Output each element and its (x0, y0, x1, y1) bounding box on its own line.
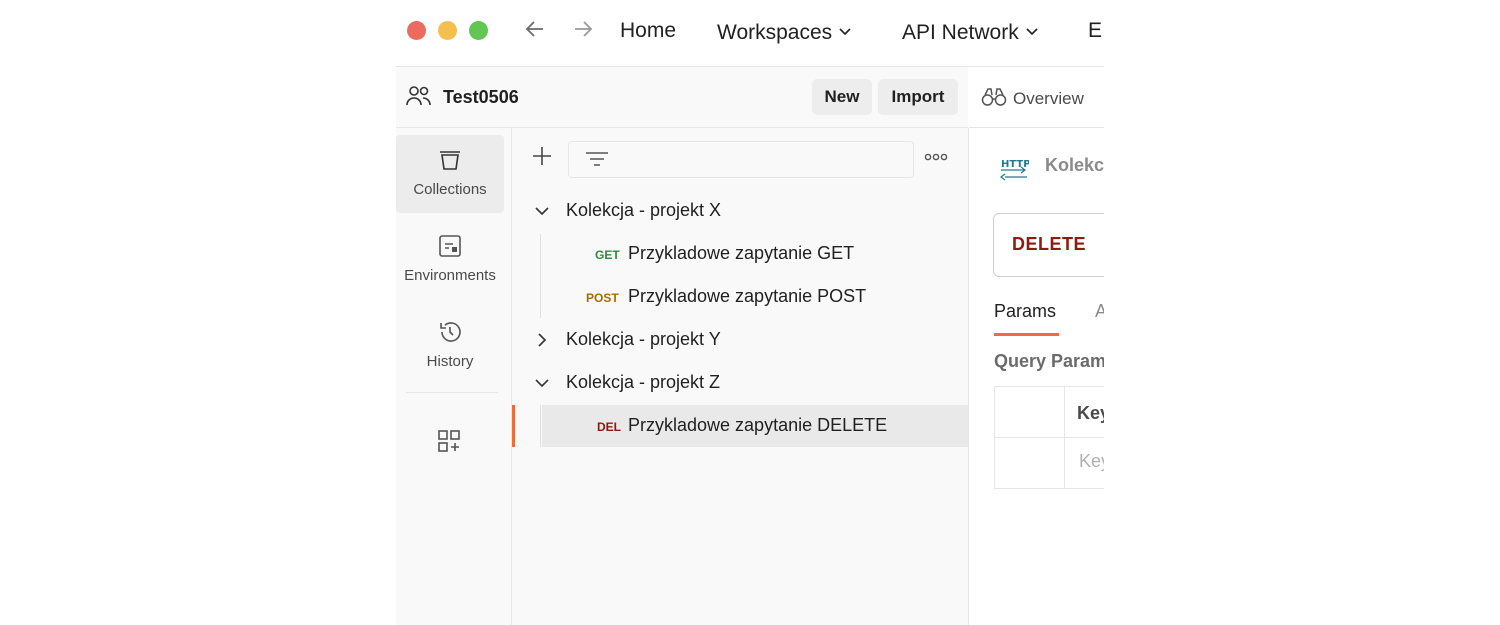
selected-indicator (512, 405, 515, 447)
nav-api-network-label: API Network (902, 21, 1019, 44)
active-tab-indicator (994, 333, 1059, 336)
table-divider (995, 437, 1104, 438)
import-button[interactable]: Import (878, 79, 958, 115)
sidebar-item-label: Environments (404, 267, 496, 284)
query-params-title: Query Param (994, 351, 1104, 371)
collections-panel: Kolekcja - projekt X GET Przykladowe zap… (512, 128, 969, 625)
title-bar: Home Workspaces API Network E (396, 0, 1104, 67)
collection-name: Kolekcja - projekt Z (566, 372, 721, 392)
tab-overview[interactable]: Overview (981, 87, 1084, 112)
sidebar-item-label: Collections (413, 181, 487, 198)
workspace-name[interactable]: Test0506 (443, 87, 519, 108)
configure-workbench-icon[interactable] (436, 428, 462, 459)
nav-workspaces[interactable]: Workspaces (717, 19, 852, 45)
chevron-down-icon[interactable] (534, 203, 550, 224)
window-minimize-button[interactable] (438, 21, 457, 40)
tree-guide-line (540, 405, 541, 447)
sidebar-item-label: History (426, 353, 474, 370)
nav-api-network[interactable]: API Network (902, 19, 1039, 45)
request-item[interactable]: POST Przykladowe zapytanie POST (512, 276, 968, 318)
rail-divider (406, 392, 498, 393)
filter-icon (585, 150, 609, 175)
window-close-button[interactable] (407, 21, 426, 40)
query-params-table: Key Key (994, 386, 1104, 489)
method-badge: GET (595, 248, 620, 262)
add-collection-icon[interactable] (530, 144, 554, 173)
search-collections-input[interactable] (568, 141, 914, 178)
tab-divider (969, 127, 1104, 128)
nav-explore[interactable]: E (1088, 19, 1102, 43)
sidebar-rail: Collections Environments History (396, 128, 512, 625)
collection-item[interactable]: Kolekcja - projekt X (512, 190, 968, 232)
collections-icon (437, 147, 463, 178)
breadcrumb[interactable]: Kolekc (1045, 155, 1104, 176)
method-badge: DEL (597, 420, 621, 434)
sidebar-item-environments[interactable]: Environments (396, 221, 504, 299)
key-input[interactable]: Key (1079, 451, 1104, 472)
collection-item[interactable]: Kolekcja - projekt Y (512, 319, 968, 361)
environments-icon (437, 233, 463, 264)
nav-workspaces-label: Workspaces (717, 21, 833, 44)
team-icon (405, 84, 433, 113)
request-editor-panel: Overview HTTP Kolekc DELETE Params A Que… (969, 67, 1104, 625)
tab-authorization[interactable]: A (1095, 301, 1104, 322)
request-name: Przykladowe zapytanie DELETE (628, 415, 888, 435)
chevron-right-icon[interactable] (534, 332, 550, 353)
chevron-down-icon[interactable] (534, 375, 550, 396)
nav-home[interactable]: Home (620, 19, 676, 43)
column-header-key: Key (1077, 403, 1104, 423)
new-button[interactable]: New (812, 79, 872, 115)
binoculars-icon (981, 88, 1007, 111)
history-icon (437, 319, 463, 350)
request-item[interactable]: GET Przykladowe zapytanie GET (512, 233, 968, 275)
forward-arrow-icon[interactable] (571, 17, 595, 48)
request-item-selected[interactable]: DEL Przykladowe zapytanie DELETE (542, 405, 968, 447)
svg-text:HTTP: HTTP (1001, 159, 1029, 170)
postman-app-window: Home Workspaces API Network E Test0506 N… (396, 0, 1104, 625)
sidebar-item-collections[interactable]: Collections (396, 135, 504, 213)
url-bar[interactable]: DELETE (993, 213, 1104, 277)
chevron-down-icon (838, 19, 852, 43)
back-arrow-icon[interactable] (523, 17, 547, 48)
workspace-header: Test0506 New Import (396, 67, 968, 128)
tab-params[interactable]: Params (994, 301, 1056, 322)
more-options-icon[interactable] (924, 148, 948, 166)
http-request-icon: HTTP (999, 155, 1031, 184)
tab-label: Overview (1013, 89, 1084, 108)
collection-name: Kolekcja - projekt Y (566, 329, 721, 349)
method-select[interactable]: DELETE (1012, 234, 1086, 255)
request-name: Przykladowe zapytanie GET (628, 243, 855, 263)
collection-item[interactable]: Kolekcja - projekt Z (512, 362, 968, 404)
method-badge: POST (586, 291, 619, 305)
sidebar-item-history[interactable]: History (396, 307, 504, 385)
chevron-down-icon (1025, 19, 1039, 43)
collection-name: Kolekcja - projekt X (566, 200, 722, 220)
request-name: Przykladowe zapytanie POST (628, 286, 867, 306)
window-zoom-button[interactable] (469, 21, 488, 40)
